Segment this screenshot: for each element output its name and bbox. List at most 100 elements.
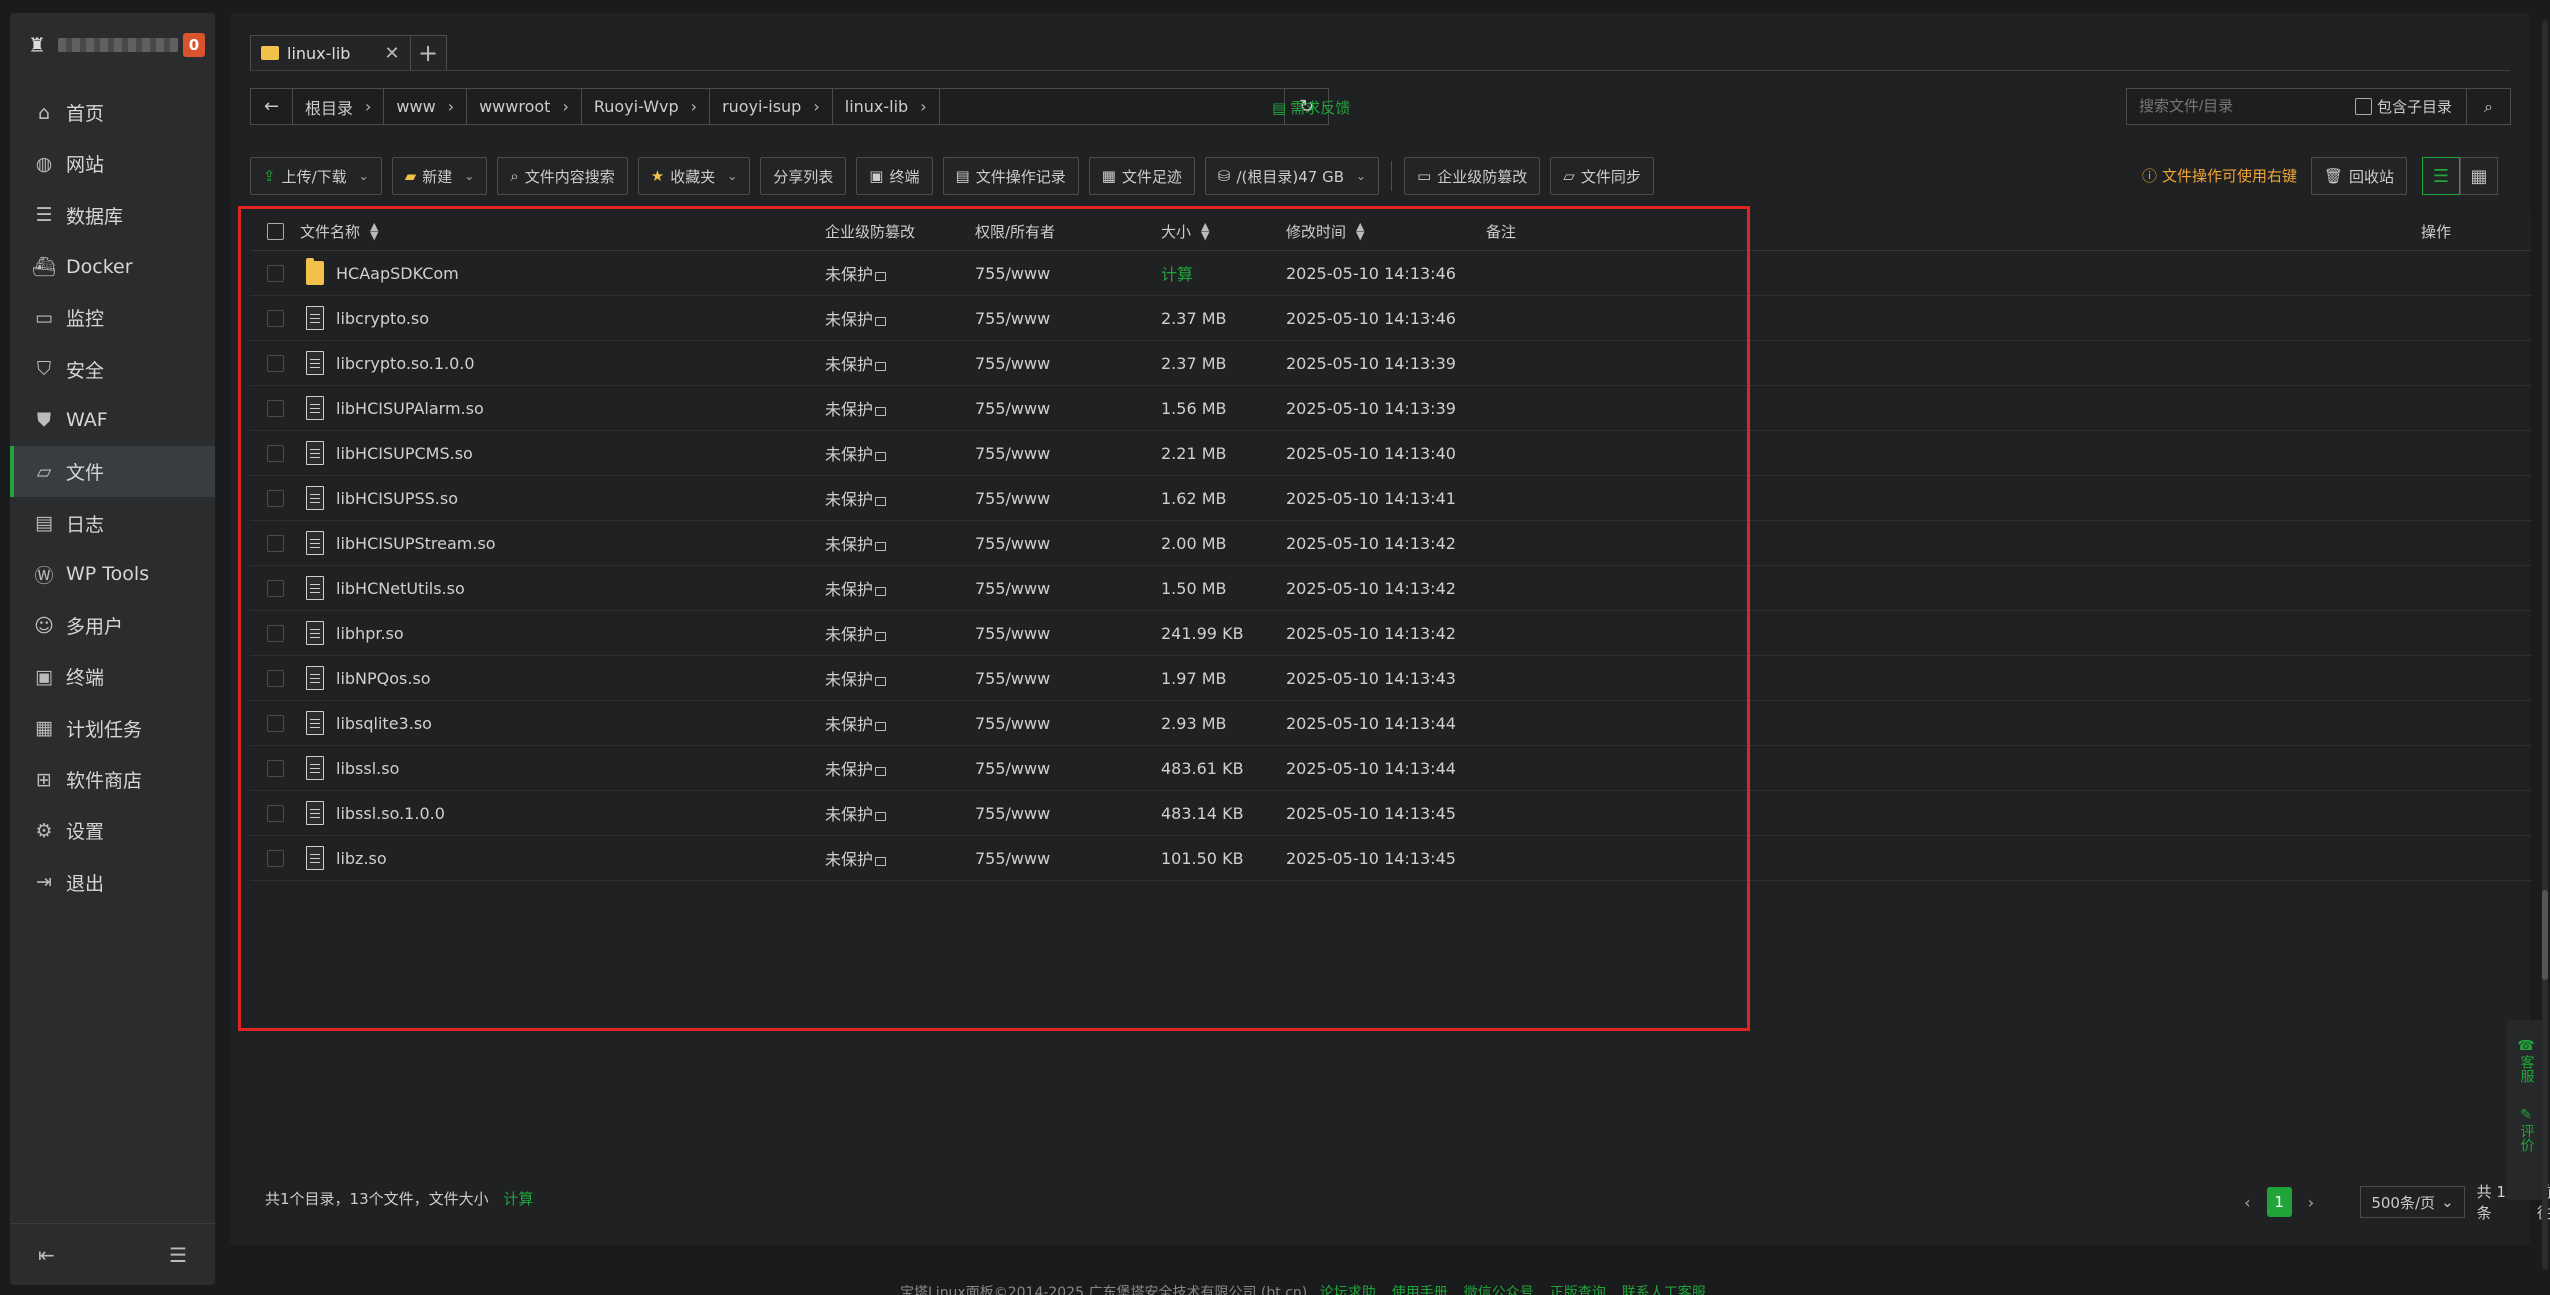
collapse-sidebar-icon[interactable]: ⇤ xyxy=(38,1243,55,1267)
chevron-right-icon[interactable]: › xyxy=(365,97,371,116)
name-cell[interactable]: libHCISUPStream.so xyxy=(300,531,825,555)
breadcrumb-item[interactable]: linux-lib › xyxy=(833,89,940,124)
sort-icon[interactable]: ▲ ▼ xyxy=(1201,221,1209,241)
back-arrow-icon[interactable]: ← xyxy=(251,89,293,124)
protect-cell[interactable]: 未保护 xyxy=(825,621,975,645)
sidebar-item-14[interactable]: ⚙ 设置 xyxy=(10,805,215,856)
permission-cell[interactable]: 755/www xyxy=(975,669,1161,688)
row-checkbox[interactable] xyxy=(266,399,284,417)
file-name[interactable]: HCAapSDKCom xyxy=(336,264,459,283)
permission-cell[interactable]: 755/www xyxy=(975,804,1161,823)
sidebar-item-5[interactable]: ⛉ 安全 xyxy=(10,343,215,394)
table-row[interactable]: libcrypto.so.1.0.0 未保护 755/www 2.37 MB 2025-… xyxy=(250,341,2531,386)
protect-cell[interactable]: 未保护 xyxy=(825,261,975,285)
table-row[interactable]: libsqlite3.so 未保护 755/www 2.93 MB 2025-05-10… xyxy=(250,701,2531,746)
menu-list-icon[interactable]: ☰ xyxy=(169,1243,187,1267)
table-row[interactable]: libHCISUPSS.so 未保护 755/www 1.62 MB 2025-05-1… xyxy=(250,476,2531,521)
table-row[interactable]: HCAapSDKCom 未保护 755/www 计算 2025-05-10 14:13:… xyxy=(250,251,2531,296)
sidebar-item-12[interactable]: ▦ 计划任务 xyxy=(10,703,215,754)
select-all-checkbox[interactable] xyxy=(266,222,284,240)
sidebar-item-7[interactable]: ▱ 文件 xyxy=(10,446,215,498)
permission-cell[interactable]: 755/www xyxy=(975,579,1161,598)
customer-service-button[interactable]: ☎ 客服 xyxy=(2517,1038,2534,1083)
protect-cell[interactable]: 未保护 xyxy=(825,531,975,555)
name-cell[interactable]: libsqlite3.so xyxy=(300,711,825,735)
name-cell[interactable]: libHCNetUtils.so xyxy=(300,576,825,600)
chevron-right-icon[interactable]: › xyxy=(691,97,697,116)
permission-cell[interactable]: 755/www xyxy=(975,624,1161,643)
tamper-protect-button[interactable]: ▭ 企业级防篡改 xyxy=(1404,157,1541,195)
header-mtime[interactable]: 修改时间 ▲ ▼ xyxy=(1286,221,1486,242)
permission-cell[interactable]: 755/www xyxy=(975,849,1161,868)
page-scrollbar[interactable] xyxy=(2542,20,2548,1270)
breadcrumb-item[interactable]: Ruoyi-Wvp › xyxy=(582,89,711,124)
permission-cell[interactable]: 755/www xyxy=(975,354,1161,373)
header-size[interactable]: 大小 ▲ ▼ xyxy=(1161,221,1286,242)
disk-button[interactable]: ⛁ /(根目录)47 GB ⌄ xyxy=(1204,157,1380,195)
table-row[interactable]: libssl.so 未保护 755/www 483.61 KB 2025-05-10 1… xyxy=(250,746,2531,791)
row-checkbox[interactable] xyxy=(266,444,284,462)
sidebar-item-4[interactable]: ▭ 监控 xyxy=(10,292,215,343)
calculate-size-link[interactable]: 计算 xyxy=(503,1190,533,1208)
protect-cell[interactable]: 未保护 xyxy=(825,441,975,465)
sidebar-item-1[interactable]: ◍ 网站 xyxy=(10,138,215,189)
scrollbar-thumb[interactable] xyxy=(2542,890,2548,980)
name-cell[interactable]: HCAapSDKCom xyxy=(300,258,825,285)
footer-link[interactable]: 正版查询 xyxy=(1550,1285,1606,1295)
protect-cell[interactable]: 未保护 xyxy=(825,666,975,690)
name-cell[interactable]: libHCISUPCMS.so xyxy=(300,441,825,465)
sort-icon[interactable]: ▲ ▼ xyxy=(1356,221,1364,241)
search-icon[interactable]: ⌕ xyxy=(2466,89,2510,124)
include-subdir-toggle[interactable]: 包含子目录 xyxy=(2354,96,2452,117)
file-name[interactable]: libHCNetUtils.so xyxy=(336,579,465,598)
name-cell[interactable]: libHCISUPAlarm.so xyxy=(300,396,825,420)
content-search-button[interactable]: ⌕ 文件内容搜索 xyxy=(497,157,628,195)
protect-cell[interactable]: 未保护 xyxy=(825,756,975,780)
breadcrumb-item[interactable]: ruoyi-isup › xyxy=(710,89,833,124)
next-page-icon[interactable]: › xyxy=(2304,1193,2319,1212)
permission-cell[interactable]: 755/www xyxy=(975,309,1161,328)
chevron-right-icon[interactable]: › xyxy=(562,97,568,116)
file-name[interactable]: libHCISUPSS.so xyxy=(336,489,458,508)
new-button[interactable]: ▰ 新建 ⌄ xyxy=(391,157,488,195)
protect-cell[interactable]: 未保护 xyxy=(825,711,975,735)
terminal-button[interactable]: ▣ 终端 xyxy=(856,157,933,195)
file-name[interactable]: libssl.so.1.0.0 xyxy=(336,804,445,823)
feedback-link[interactable]: ▤ 需求反馈 xyxy=(1272,97,1350,118)
prev-page-icon[interactable]: ‹ xyxy=(2240,1193,2255,1212)
tab-linux-lib[interactable]: linux-lib ✕ xyxy=(250,35,411,71)
permission-cell[interactable]: 755/www xyxy=(975,714,1161,733)
file-sync-button[interactable]: ▱ 文件同步 xyxy=(1550,157,1654,195)
protect-cell[interactable]: 未保护 xyxy=(825,351,975,375)
file-name[interactable]: libz.so xyxy=(336,849,387,868)
permission-cell[interactable]: 755/www xyxy=(975,489,1161,508)
sidebar-item-8[interactable]: ▤ 日志 xyxy=(10,497,215,548)
name-cell[interactable]: libssl.so.1.0.0 xyxy=(300,801,825,825)
add-tab-button[interactable]: + xyxy=(410,35,447,71)
favorites-button[interactable]: ★ 收藏夹 ⌄ xyxy=(637,157,751,195)
share-list-button[interactable]: 分享列表 xyxy=(760,157,847,195)
row-checkbox[interactable] xyxy=(266,309,284,327)
protect-cell[interactable]: 未保护 xyxy=(825,486,975,510)
file-name[interactable]: libsqlite3.so xyxy=(336,714,432,733)
name-cell[interactable]: libcrypto.so.1.0.0 xyxy=(300,351,825,375)
upload-download-button[interactable]: ⇪ 上传/下载 ⌄ xyxy=(250,157,382,195)
name-cell[interactable]: libz.so xyxy=(300,846,825,870)
name-cell[interactable]: libNPQos.so xyxy=(300,666,825,690)
protect-cell[interactable]: 未保护 xyxy=(825,846,975,870)
protect-cell[interactable]: 未保护 xyxy=(825,306,975,330)
protect-cell[interactable]: 未保护 xyxy=(825,396,975,420)
chevron-right-icon[interactable]: › xyxy=(920,97,926,116)
list-view-icon[interactable]: ☰ xyxy=(2422,157,2460,195)
file-name[interactable]: libHCISUPCMS.so xyxy=(336,444,473,463)
sidebar-item-2[interactable]: ☰ 数据库 xyxy=(10,190,215,241)
name-cell[interactable]: libcrypto.so xyxy=(300,306,825,330)
row-checkbox[interactable] xyxy=(266,354,284,372)
protect-cell[interactable]: 未保护 xyxy=(825,801,975,825)
name-cell[interactable]: libhpr.so xyxy=(300,621,825,645)
recycle-bin-button[interactable]: 🗑 回收站 xyxy=(2311,157,2408,195)
breadcrumb-item[interactable]: www › xyxy=(384,89,468,124)
file-name[interactable]: libHCISUPAlarm.so xyxy=(336,399,484,418)
footer-link[interactable]: 联系人工客服 xyxy=(1622,1285,1706,1295)
footprint-button[interactable]: ▦ 文件足迹 xyxy=(1088,157,1195,195)
